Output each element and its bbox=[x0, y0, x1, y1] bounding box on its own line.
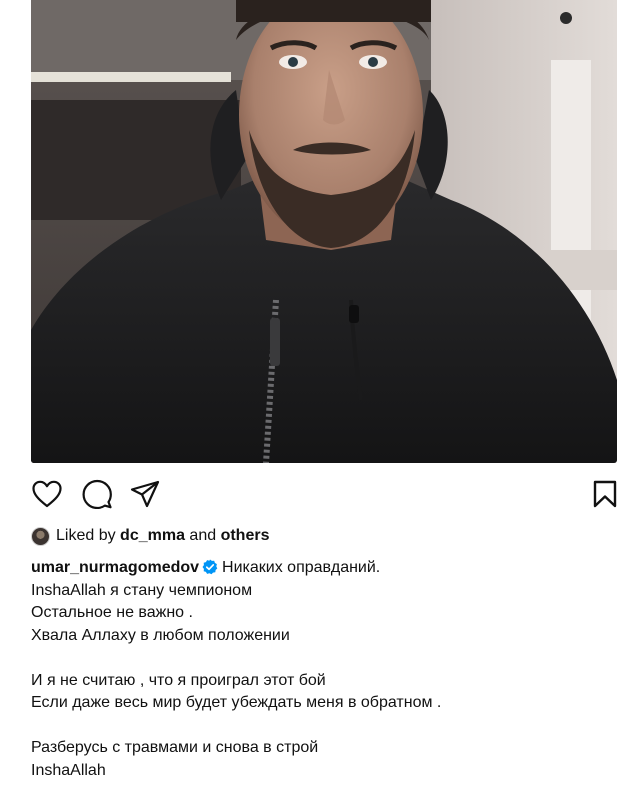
likes-and-label: and bbox=[189, 527, 217, 544]
caption-line: Остальное не важно . bbox=[31, 604, 193, 621]
post-photo[interactable] bbox=[31, 0, 617, 463]
caption-line: Никаких оправданий. bbox=[222, 559, 381, 576]
comment-button[interactable] bbox=[81, 478, 113, 510]
share-button[interactable] bbox=[129, 478, 161, 510]
save-button[interactable] bbox=[589, 478, 621, 510]
caption-line: Если даже весь мир будет убеждать меня в… bbox=[31, 694, 442, 711]
caption-line: InshaAllah я стану чемпионом bbox=[31, 581, 253, 599]
like-button[interactable] bbox=[31, 478, 63, 510]
post-actions bbox=[31, 478, 617, 512]
caption-line: InshaAllah bbox=[31, 761, 106, 779]
selfie-photo bbox=[31, 0, 617, 463]
heart-icon bbox=[32, 480, 62, 508]
likes-summary: Liked by dc_mma and others bbox=[31, 524, 269, 548]
instagram-post: Liked by dc_mma and others umar_nurmagom… bbox=[0, 0, 630, 785]
caption-line: И я не считаю , что я проиграл этот бой bbox=[31, 671, 326, 689]
liked-by-label: Liked by bbox=[56, 527, 116, 544]
author-username[interactable]: umar_nurmagomedov bbox=[31, 559, 199, 576]
caption-first-line: umar_nurmagomedov Никаких оправданий. bbox=[31, 557, 617, 580]
liker-avatar[interactable] bbox=[31, 526, 50, 546]
bookmark-icon bbox=[593, 480, 617, 508]
comment-icon bbox=[82, 479, 112, 509]
verified-badge-icon bbox=[202, 559, 218, 583]
caption-line: Хвала Аллаху в любом положении bbox=[31, 626, 290, 644]
liker-username[interactable]: dc_mma bbox=[120, 527, 185, 545]
share-icon bbox=[130, 480, 160, 508]
caption-line: Разберусь с травмами и снова в строй bbox=[31, 739, 319, 756]
post-caption: umar_nurmagomedov Никаких оправданий. Ins… bbox=[31, 557, 617, 782]
likes-others-link[interactable]: others bbox=[221, 527, 270, 545]
